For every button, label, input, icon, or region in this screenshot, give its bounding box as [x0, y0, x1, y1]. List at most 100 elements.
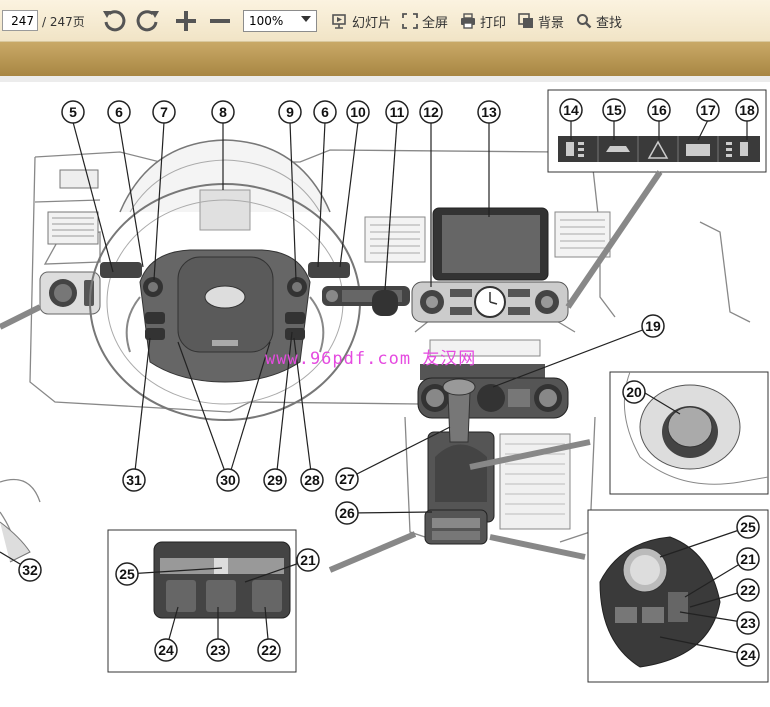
- callout-12: 12: [419, 100, 443, 124]
- background-label: 背景: [538, 15, 565, 31]
- callout-6b: 6: [313, 100, 337, 124]
- svg-text:29: 29: [267, 472, 283, 488]
- zoom-value: 100%: [249, 14, 284, 28]
- callout-15: 15: [602, 98, 626, 122]
- svg-text:22: 22: [740, 582, 756, 598]
- callout-13: 13: [477, 100, 501, 124]
- svg-text:15: 15: [606, 102, 622, 118]
- svg-text:6: 6: [321, 104, 329, 120]
- callout-30: 30: [216, 468, 240, 492]
- touchscreen-display: [432, 207, 549, 281]
- svg-text:14: 14: [563, 102, 579, 118]
- rotate-right-icon[interactable]: [134, 7, 162, 35]
- svg-text:27: 27: [339, 471, 355, 487]
- header-band: [0, 42, 770, 76]
- terrain-controls: [424, 509, 488, 545]
- top-switches-inset: [547, 89, 767, 309]
- chevron-down-icon: [301, 16, 311, 22]
- search-icon: [577, 14, 592, 29]
- svg-text:23: 23: [740, 615, 756, 631]
- callout-24: 24: [154, 638, 178, 662]
- svg-text:32: 32: [22, 562, 38, 578]
- background-icon: [518, 13, 533, 28]
- svg-text:17: 17: [700, 102, 716, 118]
- svg-text:8: 8: [219, 104, 227, 120]
- callout-23: 23: [206, 638, 230, 662]
- callout-22: 22: [257, 638, 281, 662]
- svg-text:28: 28: [304, 472, 320, 488]
- callout-21b: 21: [736, 547, 760, 571]
- callout-18: 18: [735, 98, 759, 122]
- callout-8: 8: [211, 100, 235, 124]
- print-button[interactable]: 打印: [460, 0, 506, 42]
- svg-text:5: 5: [69, 104, 77, 120]
- callout-28: 28: [300, 468, 324, 492]
- svg-text:21: 21: [300, 552, 316, 568]
- svg-text:16: 16: [651, 102, 667, 118]
- switch-bank: [322, 286, 410, 316]
- slideshow-button[interactable]: 幻灯片: [332, 0, 391, 42]
- callout-11: 11: [385, 100, 409, 124]
- search-label: 查找: [596, 15, 623, 31]
- left-vent: [47, 169, 99, 245]
- callout-5: 5: [61, 100, 85, 124]
- svg-text:30: 30: [220, 472, 236, 488]
- callout-29: 29: [263, 468, 287, 492]
- svg-text:25: 25: [740, 519, 756, 535]
- slideshow-label: 幻灯片: [352, 15, 392, 31]
- callout-25b: 25: [736, 515, 760, 539]
- search-button[interactable]: 查找: [576, 0, 622, 42]
- zoom-in-icon[interactable]: [172, 7, 200, 35]
- background-button[interactable]: 背景: [518, 0, 564, 42]
- callout-24b: 24: [736, 643, 760, 667]
- callout-20: 20: [622, 380, 646, 404]
- printer-icon: [461, 13, 475, 29]
- callout-32: 32: [18, 558, 42, 582]
- zoom-select[interactable]: 100%: [243, 10, 317, 32]
- callout-17: 17: [696, 98, 720, 122]
- callout-16: 16: [647, 98, 671, 122]
- callout-23b: 23: [736, 611, 760, 635]
- svg-text:22: 22: [261, 642, 277, 658]
- svg-text:25: 25: [119, 566, 135, 582]
- svg-text:13: 13: [481, 104, 497, 120]
- print-label: 打印: [480, 15, 507, 31]
- audio-clock-panel: [411, 281, 569, 323]
- fullscreen-icon: [402, 13, 418, 29]
- svg-text:20: 20: [626, 384, 642, 400]
- left-panel-stub: [0, 304, 42, 563]
- page-number-input[interactable]: [2, 10, 38, 31]
- callout-25: 25: [115, 562, 139, 586]
- fullscreen-button[interactable]: 全屏: [402, 0, 448, 42]
- svg-text:7: 7: [160, 104, 168, 120]
- callout-6: 6: [107, 100, 131, 124]
- svg-text:9: 9: [286, 104, 294, 120]
- callout-21: 21: [296, 548, 320, 572]
- pdf-toolbar: / 247页 100% 幻灯片 全屏 打印 背景 查找: [0, 0, 770, 42]
- callout-14: 14: [559, 98, 583, 122]
- callout-22b: 22: [736, 578, 760, 602]
- callout-10: 10: [346, 100, 370, 124]
- climate-controls: [417, 377, 569, 419]
- svg-text:26: 26: [339, 505, 355, 521]
- dashboard-diagram: 5 6 7 8 9 6 10 11 12 13 14 15 16 17 18 1…: [0, 89, 769, 683]
- svg-text:11: 11: [390, 104, 405, 120]
- callout-31: 31: [122, 468, 146, 492]
- svg-text:19: 19: [645, 318, 661, 334]
- svg-text:21: 21: [740, 551, 756, 567]
- slideshow-icon: [332, 14, 346, 29]
- rotate-left-icon[interactable]: [100, 7, 128, 35]
- callout-26: 26: [335, 501, 359, 525]
- fullscreen-label: 全屏: [422, 15, 449, 31]
- svg-text:31: 31: [126, 472, 142, 488]
- page-total: / 247页: [42, 14, 85, 29]
- svg-text:23: 23: [210, 642, 226, 658]
- zoom-out-icon[interactable]: [206, 7, 234, 35]
- callout-27: 27: [335, 467, 359, 491]
- callout-19: 19: [641, 314, 665, 338]
- svg-text:18: 18: [739, 102, 755, 118]
- callout-7: 7: [152, 100, 176, 124]
- svg-text:24: 24: [158, 642, 174, 658]
- watermark: www.96pdf.com 友汉网: [265, 349, 477, 369]
- svg-text:12: 12: [423, 104, 439, 120]
